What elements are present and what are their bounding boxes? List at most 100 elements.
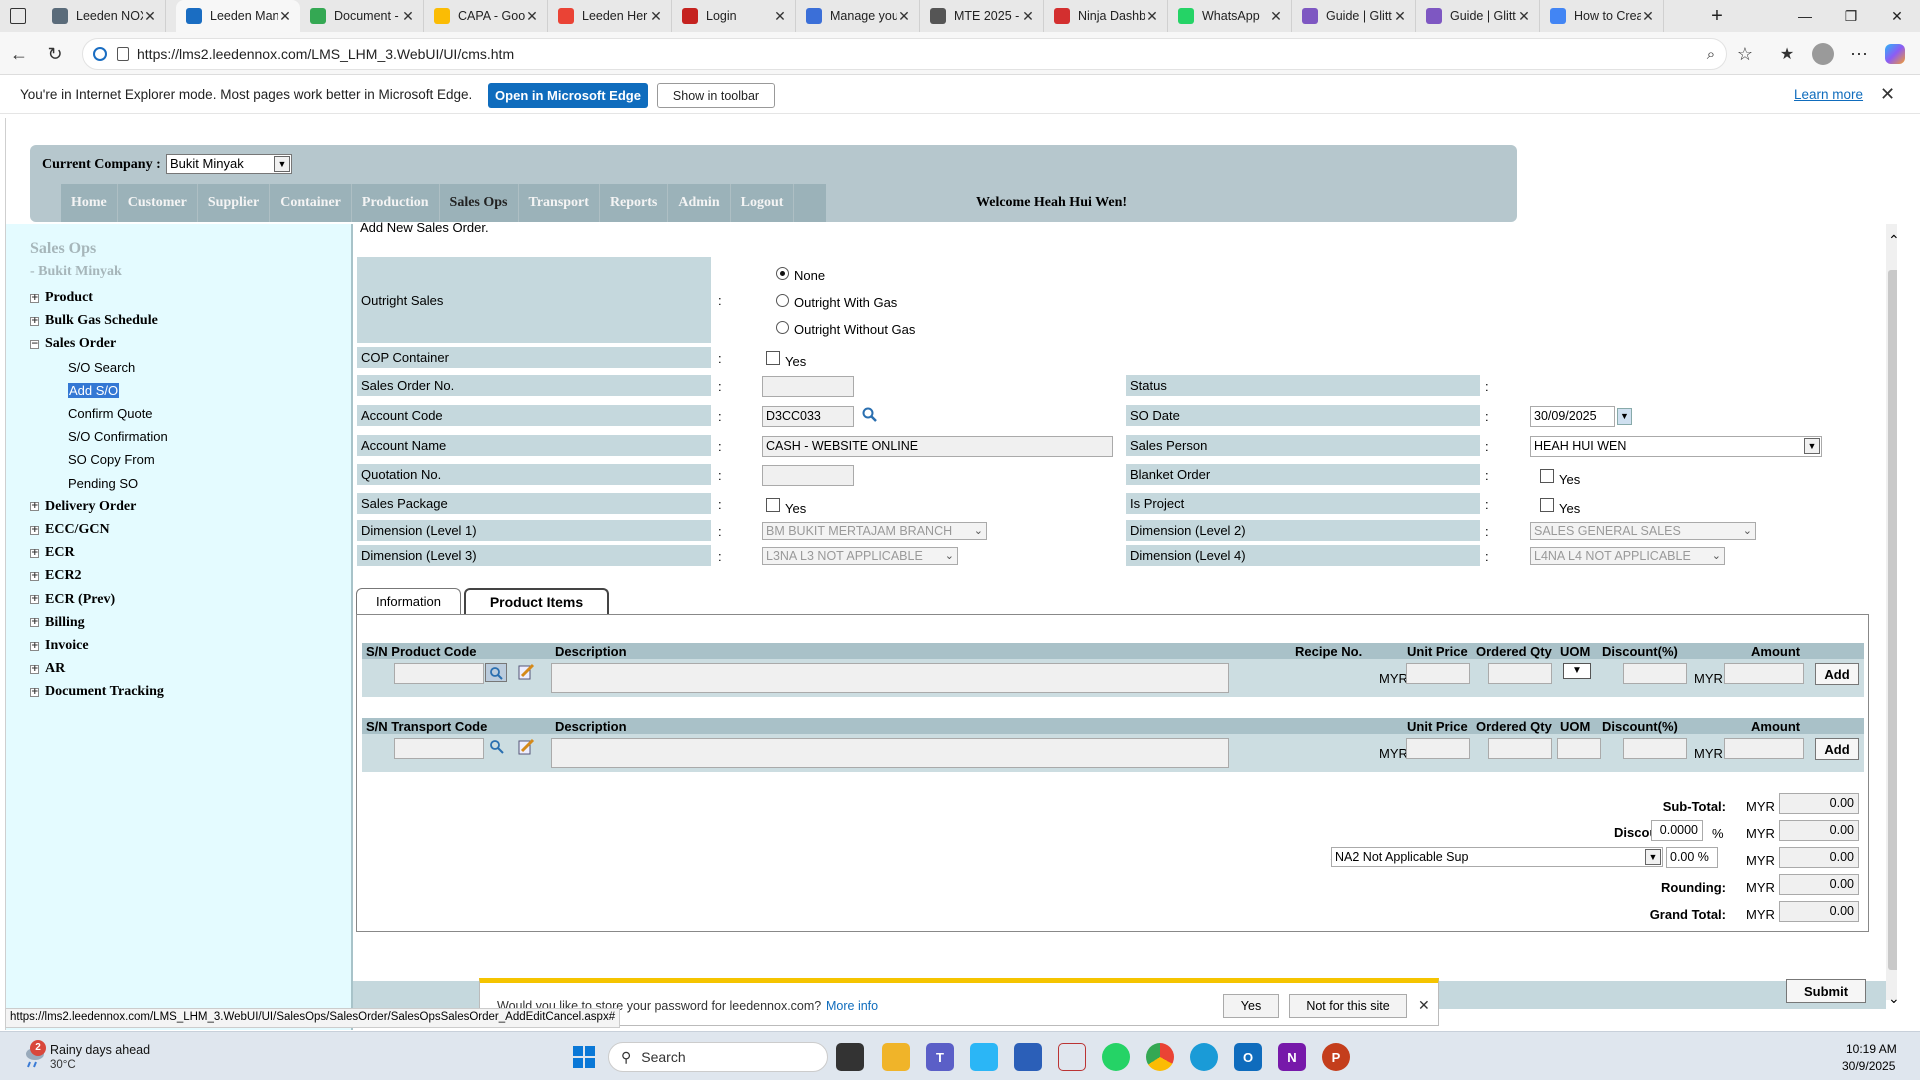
close-tab-icon[interactable]: ✕	[1021, 8, 1035, 25]
browser-tab[interactable]: WhatsApp ✕	[1168, 0, 1292, 32]
radio-outright-with-gas[interactable]	[776, 294, 789, 307]
tree-node-sales-order[interactable]: − Sales Order	[30, 336, 116, 352]
tree-node-ecr-prev-[interactable]: + ECR (Prev)	[30, 592, 115, 608]
close-tab-icon[interactable]: ✕	[1269, 8, 1283, 25]
open-in-edge-button[interactable]: Open in Microsoft Edge	[488, 83, 648, 108]
product-code-input[interactable]	[394, 663, 484, 684]
sales-person-select[interactable]: HEAH HUI WEN ▼	[1530, 436, 1822, 457]
expand-icon[interactable]: +	[30, 687, 39, 697]
tree-node-invoice[interactable]: + Invoice	[30, 638, 89, 654]
scroll-up-icon[interactable]: ⌃	[1888, 232, 1897, 249]
company-select[interactable]: Bukit Minyak ▼	[166, 154, 292, 174]
edge-icon[interactable]	[1190, 1043, 1218, 1071]
close-tab-icon[interactable]: ✕	[1145, 8, 1159, 25]
close-window-button[interactable]: ✕	[1874, 0, 1920, 32]
ie-mode-icon[interactable]	[93, 47, 107, 61]
browser-tab[interactable]: Leeden Her ✕	[548, 0, 672, 32]
amount-input[interactable]	[1724, 738, 1804, 759]
browser-tab[interactable]: Login ✕	[672, 0, 796, 32]
task-view-icon[interactable]	[836, 1043, 864, 1071]
expand-icon[interactable]: +	[30, 293, 39, 303]
dimension-level-1-select[interactable]: BM BUKIT MERTAJAM BRANCH ⌄	[762, 522, 987, 540]
product-description-input[interactable]	[551, 663, 1229, 693]
ordered-qty-input[interactable]	[1488, 663, 1552, 684]
minimize-button[interactable]: —	[1782, 0, 1828, 32]
expand-icon[interactable]: +	[30, 316, 39, 326]
browser-tab[interactable]: Ninja Dashb ✕	[1044, 0, 1168, 32]
restore-button[interactable]: ❐	[1828, 0, 1874, 32]
search-icon[interactable]	[485, 663, 507, 682]
expand-icon[interactable]: +	[30, 618, 39, 628]
sales-order-no-field[interactable]	[762, 376, 854, 397]
amount-input[interactable]	[1724, 663, 1804, 684]
tree-node-delivery-order[interactable]: + Delivery Order	[30, 499, 136, 515]
taskbar-search[interactable]: ⚲ Search	[608, 1042, 828, 1072]
radio-none[interactable]	[776, 267, 789, 280]
edit-note-icon[interactable]	[517, 738, 535, 756]
cop-container-checkbox[interactable]	[766, 351, 780, 365]
tree-node-product[interactable]: + Product	[30, 290, 93, 306]
account-name-field[interactable]: CASH - WEBSITE ONLINE	[762, 436, 1113, 457]
site-info-icon[interactable]	[117, 47, 129, 61]
browser-tab[interactable]: Leeden Man ✕	[176, 0, 300, 32]
expand-icon[interactable]: +	[30, 641, 39, 651]
tree-node-ecr[interactable]: + ECR	[30, 545, 75, 561]
close-tab-icon[interactable]: ✕	[401, 8, 415, 25]
sidebar-link-so-copy-from[interactable]: SO Copy From	[68, 452, 155, 467]
gst-select[interactable]: NA2 Not Applicable Sup ▼	[1331, 847, 1663, 867]
add-product-button[interactable]: Add	[1815, 663, 1859, 685]
close-tab-icon[interactable]: ✕	[1393, 8, 1407, 25]
sidebar-link-confirm-quote[interactable]: Confirm Quote	[68, 406, 153, 421]
dimension-level-3-select[interactable]: L3NA L3 NOT APPLICABLE ⌄	[762, 547, 958, 565]
tab-actions-icon[interactable]	[10, 8, 26, 24]
unit-price-input[interactable]	[1406, 663, 1470, 684]
powerpoint-icon[interactable]: P	[1322, 1043, 1350, 1071]
taskbar-time[interactable]: 10:19 AM	[1846, 1042, 1897, 1056]
expand-icon[interactable]: +	[30, 525, 39, 535]
browser-tab[interactable]: MTE 2025 - ✕	[920, 0, 1044, 32]
browser-tab[interactable]: Manage you ✕	[796, 0, 920, 32]
sidebar-link-add-s-o[interactable]: Add S/O	[68, 382, 120, 398]
copilot-icon[interactable]	[1882, 41, 1908, 67]
menu-item-logout[interactable]: Logout	[731, 184, 795, 222]
snipping-tool-icon[interactable]	[1058, 1043, 1086, 1071]
uom-input[interactable]	[1557, 738, 1601, 759]
transport-description-input[interactable]	[551, 738, 1229, 768]
menu-item-container[interactable]: Container	[270, 184, 352, 222]
browser-tab[interactable]: Document - ✕	[300, 0, 424, 32]
expand-icon[interactable]: +	[30, 571, 39, 581]
menu-item-transport[interactable]: Transport	[519, 184, 600, 222]
browser-tab[interactable]: How to Crea ✕	[1540, 0, 1664, 32]
add-transport-button[interactable]: Add	[1815, 738, 1859, 760]
onenote-icon[interactable]: N	[1278, 1043, 1306, 1071]
collapse-icon[interactable]: −	[30, 339, 39, 349]
sidebar-link-pending-so[interactable]: Pending SO	[68, 476, 138, 491]
calendar-dropdown-icon[interactable]: ▼	[1617, 408, 1632, 425]
menu-item-home[interactable]: Home	[61, 184, 118, 222]
settings-more-icon[interactable]: ⋯	[1846, 41, 1872, 67]
expand-icon[interactable]: +	[30, 595, 39, 605]
dimension-level-2-select[interactable]: SALES GENERAL SALES ⌄	[1530, 522, 1756, 540]
tab-product-items[interactable]: Product Items	[464, 588, 609, 614]
tree-node-ar[interactable]: + AR	[30, 661, 65, 677]
menu-item-admin[interactable]: Admin	[668, 184, 731, 222]
menu-item-reports[interactable]: Reports	[600, 184, 669, 222]
uom-select[interactable]: ▼	[1563, 663, 1591, 679]
scroll-down-icon[interactable]: ⌄	[1888, 990, 1897, 1007]
transport-code-input[interactable]	[394, 738, 484, 759]
sales-package-checkbox[interactable]	[766, 498, 780, 512]
scroll-thumb[interactable]	[1888, 270, 1897, 970]
browser-tab[interactable]: CAPA - Goo ✕	[424, 0, 548, 32]
menu-item-production[interactable]: Production	[352, 184, 440, 222]
close-ie-bar-icon[interactable]: ✕	[1880, 84, 1895, 105]
expand-icon[interactable]: +	[30, 664, 39, 674]
favorites-icon[interactable]: ★	[1774, 41, 1800, 67]
unit-price-input[interactable]	[1406, 738, 1470, 759]
close-tab-icon[interactable]: ✕	[278, 8, 292, 25]
menu-item-supplier[interactable]: Supplier	[198, 184, 271, 222]
close-tab-icon[interactable]: ✕	[897, 8, 911, 25]
save-password-yes-button[interactable]: Yes	[1223, 994, 1279, 1018]
tree-node-ecr2[interactable]: + ECR2	[30, 568, 82, 584]
quotation-no-field[interactable]	[762, 465, 854, 486]
search-icon[interactable]	[862, 407, 878, 423]
